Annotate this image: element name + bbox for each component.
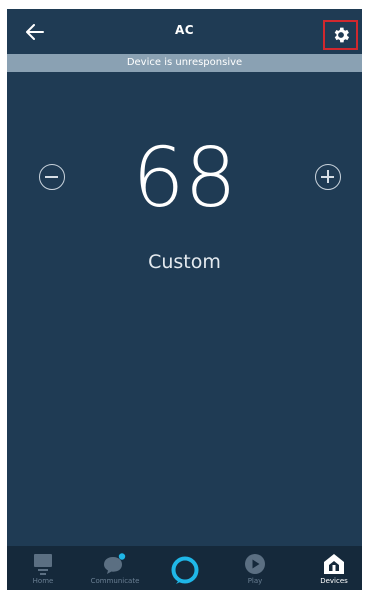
nav-home-label: Home: [32, 577, 54, 585]
nav-communicate[interactable]: Communicate: [85, 546, 145, 590]
nav-devices[interactable]: Devices: [314, 546, 354, 590]
nav-alexa[interactable]: [167, 546, 203, 590]
nav-devices-label: Devices: [320, 577, 348, 585]
nav-communicate-label: Communicate: [90, 577, 140, 585]
alexa-ring-icon: [171, 556, 199, 584]
status-banner: Device is unresponsive: [7, 54, 362, 72]
device-screen: AC Device is unresponsive 68 Custom Home: [7, 9, 362, 590]
header: AC: [7, 9, 362, 54]
nav-play[interactable]: Play: [235, 546, 275, 590]
nav-play-label: Play: [247, 577, 263, 585]
nav-home[interactable]: Home: [21, 546, 65, 590]
mode-label: Custom: [148, 251, 221, 273]
play-icon: [245, 554, 265, 574]
settings-button[interactable]: [323, 20, 358, 50]
gear-icon: [334, 27, 349, 43]
devices-house-icon: [324, 554, 344, 574]
bottom-nav: Home Communicate Play Devices: [7, 546, 362, 590]
home-icon: [34, 554, 52, 575]
page-title: AC: [174, 23, 195, 37]
chat-bubble-icon: [104, 553, 126, 574]
temperature-value: 68: [132, 131, 237, 226]
